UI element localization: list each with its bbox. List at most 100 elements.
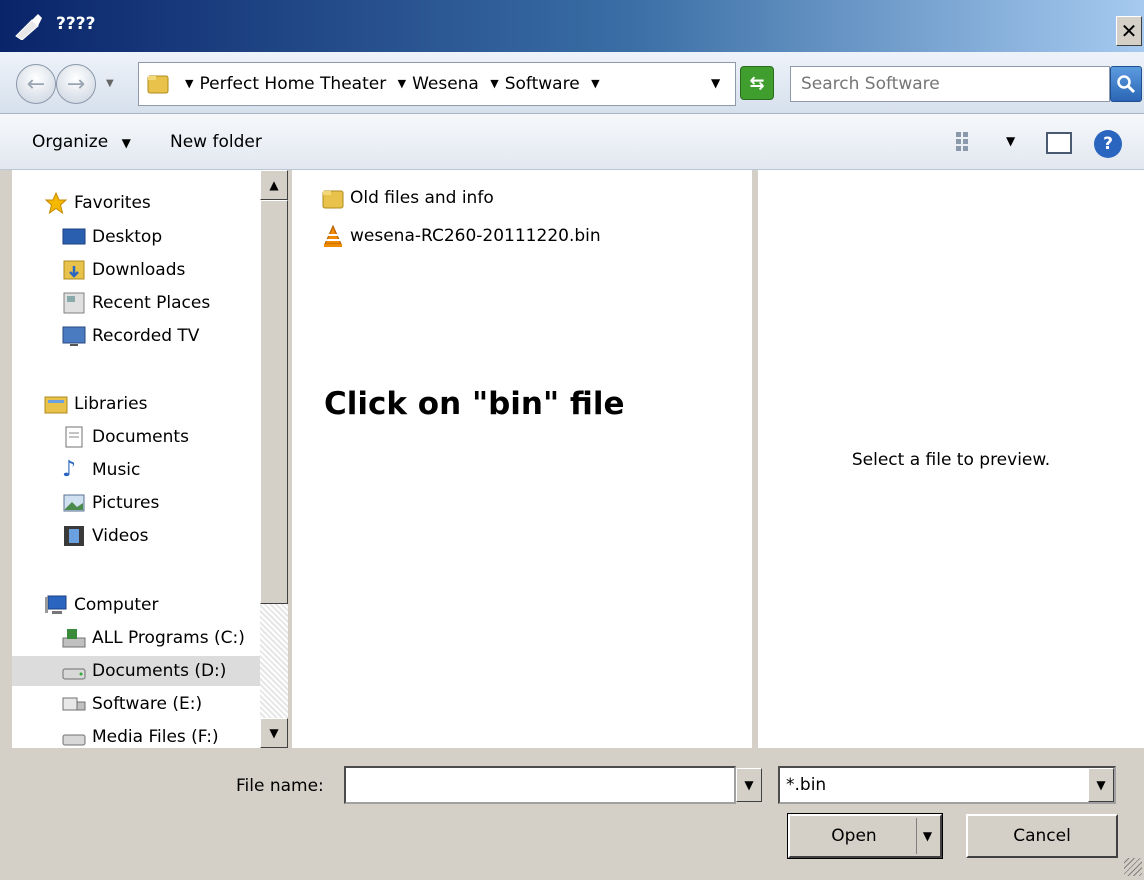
- breadcrumb-chevron-icon[interactable]: ▼: [591, 77, 599, 90]
- star-icon: [44, 191, 68, 215]
- close-icon: ✕: [1120, 19, 1138, 43]
- desktop-icon: [62, 228, 86, 245]
- file-name-input[interactable]: [344, 766, 736, 804]
- new-folder-button[interactable]: New folder: [170, 132, 262, 152]
- breadcrumb: ▼ Perfect Home Theater ▼ Wesena ▼ Software …: [179, 74, 606, 94]
- views-button[interactable]: ▼: [954, 130, 1015, 157]
- nav-label: Downloads: [92, 260, 186, 280]
- arrow-left-icon: ←: [26, 71, 46, 97]
- chevron-down-icon[interactable]: ▼: [1006, 134, 1015, 148]
- close-button[interactable]: ✕: [1116, 16, 1142, 46]
- nav-label: Pictures: [92, 493, 160, 513]
- sidebar-item-downloads[interactable]: Downloads: [62, 255, 185, 285]
- breadcrumb-item[interactable]: Wesena: [412, 74, 479, 94]
- file-open-dialog: ???? ✕ ← → ▼ ▼ Perfect Home Theater ▼ Wese…: [0, 0, 1144, 880]
- sidebar-item-desktop[interactable]: Desktop: [62, 222, 162, 252]
- preview-message: Select a file to preview.: [851, 450, 1051, 470]
- scroll-down-button[interactable]: ▼: [260, 718, 288, 748]
- pictures-icon: [63, 494, 85, 512]
- chevron-down-icon: ▼: [1096, 778, 1106, 792]
- title-bar: ???? ✕: [0, 0, 1144, 52]
- breadcrumb-chevron-icon[interactable]: ▼: [490, 77, 498, 90]
- preview-pane-button[interactable]: [1046, 132, 1072, 154]
- nav-label: Documents: [92, 427, 189, 447]
- cancel-button[interactable]: Cancel: [966, 814, 1118, 858]
- nav-buttons: ← → ▼: [16, 62, 122, 106]
- nav-label: Music: [92, 460, 141, 480]
- sidebar-item-drive-e[interactable]: Software (E:): [62, 689, 202, 719]
- nav-label: Media Files (F:): [92, 727, 219, 747]
- sidebar-item-documents[interactable]: Documents: [62, 422, 189, 452]
- nav-label: Libraries: [74, 394, 148, 414]
- sidebar-item-pictures[interactable]: Pictures: [62, 488, 159, 518]
- vlc-icon: [324, 224, 342, 247]
- chevron-down-icon: ▼: [744, 778, 754, 792]
- file-type-select[interactable]: *.bin: [778, 766, 1116, 804]
- sidebar-item-videos[interactable]: Videos: [62, 521, 149, 551]
- sidebar-item-recent-places[interactable]: Recent Places: [62, 288, 210, 318]
- sidebar-item-drive-c[interactable]: ALL Programs (C:): [62, 623, 245, 653]
- breadcrumb-chevron-icon[interactable]: ▼: [398, 77, 406, 90]
- nav-label: Recorded TV: [92, 326, 200, 346]
- folder-icon: [322, 190, 344, 209]
- open-options-button[interactable]: ▼: [916, 818, 938, 854]
- nav-label: Videos: [92, 526, 149, 546]
- file-name-dropdown-button[interactable]: ▼: [736, 768, 762, 802]
- chevron-down-icon: ▼: [922, 829, 933, 843]
- organize-menu[interactable]: Organize ▼: [32, 132, 131, 152]
- preview-pane: Select a file to preview.: [758, 170, 1144, 748]
- scroll-up-button[interactable]: ▲: [260, 170, 288, 200]
- nav-label: Desktop: [92, 227, 163, 247]
- open-label: Open: [831, 826, 877, 846]
- command-bar: Organize ▼ New folder ▼ ?: [0, 114, 1144, 170]
- search-button[interactable]: [1110, 66, 1142, 102]
- sidebar-item-music[interactable]: ♪ Music: [62, 455, 140, 485]
- breadcrumb-item[interactable]: Software: [505, 74, 580, 94]
- address-row: ← → ▼ ▼ Perfect Home Theater ▼ Wesena ▼ Sof…: [0, 52, 1144, 114]
- nav-group-libraries[interactable]: Libraries: [44, 389, 147, 419]
- nav-label: Documents (D:): [92, 661, 227, 681]
- nav-group-computer[interactable]: Computer: [44, 590, 159, 620]
- file-type-dropdown-button[interactable]: ▼: [1088, 768, 1114, 802]
- network-drive-icon: [62, 697, 86, 711]
- address-dropdown-icon[interactable]: ▼: [711, 76, 720, 90]
- arrow-up-icon: ▲: [269, 178, 279, 192]
- nav-label: ALL Programs (C:): [92, 628, 245, 648]
- tv-icon: [62, 326, 86, 346]
- address-bar[interactable]: ▼ Perfect Home Theater ▼ Wesena ▼ Software …: [138, 62, 736, 106]
- help-button[interactable]: ?: [1094, 130, 1122, 158]
- downloads-folder-icon: [63, 260, 85, 280]
- film-icon: [64, 526, 84, 546]
- nav-label: Computer: [74, 595, 159, 615]
- chevron-down-icon: ▼: [121, 136, 131, 150]
- recent-pages-chevron-icon[interactable]: ▼: [106, 78, 114, 89]
- file-list: Old files and info wesena-RC260-20111220…: [292, 170, 752, 748]
- breadcrumb-chevron-icon[interactable]: ▼: [185, 77, 193, 90]
- search-input[interactable]: [790, 66, 1110, 102]
- scroll-thumb[interactable]: [260, 200, 288, 604]
- arrow-right-icon: →: [66, 71, 86, 97]
- sidebar-item-drive-d[interactable]: Documents (D:): [12, 656, 260, 686]
- arrow-down-icon: ▼: [269, 726, 279, 740]
- nav-scrollbar[interactable]: ▲ ▼: [260, 170, 288, 748]
- computer-icon: [45, 595, 67, 614]
- sidebar-item-drive-f[interactable]: Media Files (F:): [62, 722, 219, 748]
- folder-icon: [147, 75, 169, 94]
- sidebar-item-recorded-tv[interactable]: Recorded TV: [62, 321, 199, 351]
- back-button[interactable]: ←: [16, 64, 56, 104]
- file-name: wesena-RC260-20111220.bin: [350, 226, 601, 246]
- document-icon: [65, 426, 83, 448]
- refresh-button[interactable]: ⇆: [740, 66, 774, 100]
- file-name: Old files and info: [350, 188, 494, 208]
- nav-group-favorites[interactable]: Favorites: [44, 188, 151, 218]
- dialog-footer: File name: ▼ *.bin ▼ Open ▼ Cancel: [0, 748, 1144, 880]
- nav-label: Favorites: [74, 193, 151, 213]
- refresh-icon: ⇆: [749, 72, 765, 94]
- list-item[interactable]: wesena-RC260-20111220.bin: [322, 221, 601, 251]
- forward-button[interactable]: →: [56, 64, 96, 104]
- hard-drive-icon: [62, 668, 86, 680]
- breadcrumb-item[interactable]: Perfect Home Theater: [199, 74, 386, 94]
- resize-grip-icon[interactable]: [1124, 858, 1142, 876]
- recent-places-icon: [63, 292, 85, 314]
- list-item[interactable]: Old files and info: [322, 183, 494, 213]
